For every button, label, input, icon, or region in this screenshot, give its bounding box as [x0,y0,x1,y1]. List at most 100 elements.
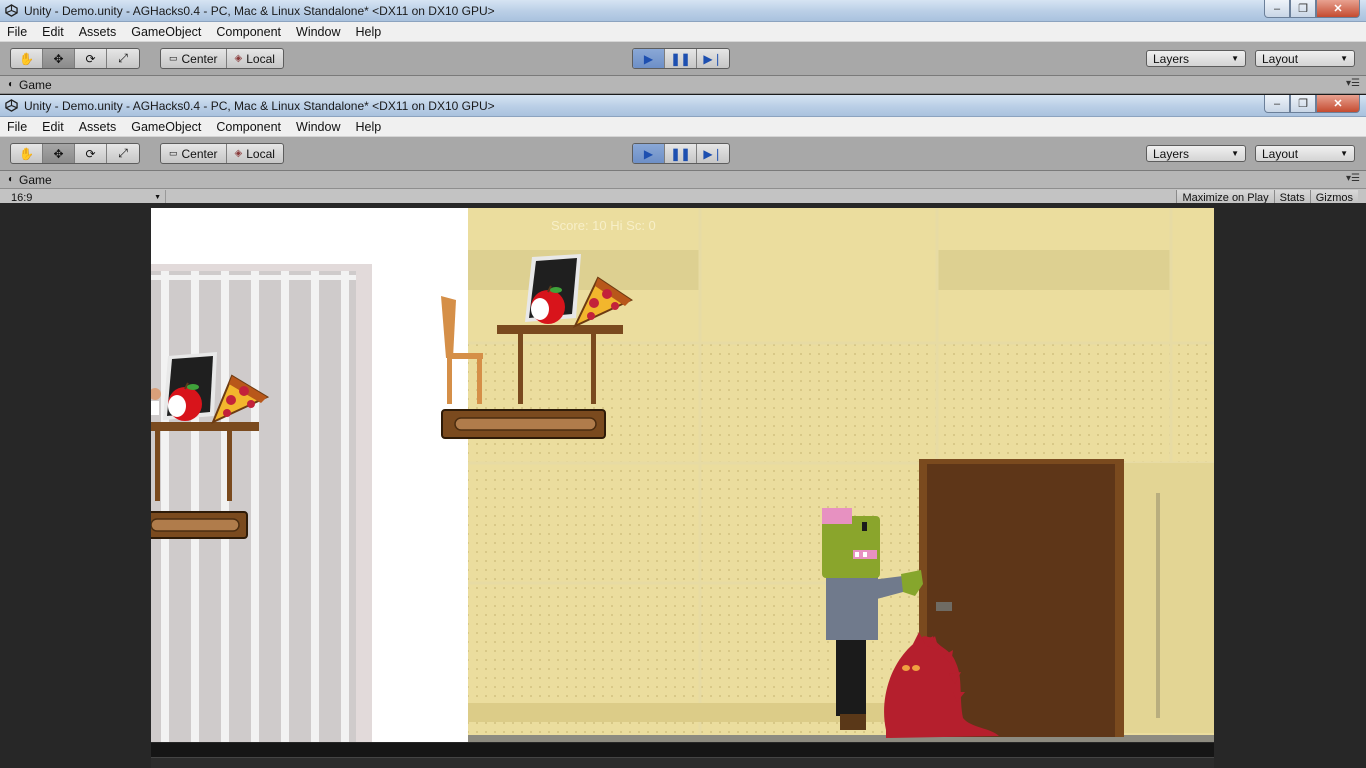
play-button[interactable]: ▶ [633,144,665,163]
pause-icon: ❚❚ [670,51,691,66]
rotate-tool-button[interactable]: ⟳ [75,144,107,163]
maximize-button[interactable]: ❐ [1290,95,1316,113]
local-icon: ◈ [234,148,243,159]
aspect-label: 16:9 [11,191,33,204]
close-button[interactable]: ✕ [1316,0,1360,18]
unity-logo-icon [4,99,18,113]
menu-bar: File Edit Assets GameObject Component Wi… [0,117,1366,137]
scale-tool-button[interactable]: ⤢ [107,144,139,163]
layers-label: Layers [1153,146,1190,161]
game-view-divider [151,743,1214,757]
menu-help[interactable]: Help [348,120,389,134]
layout-dropdown[interactable]: Layout ▼ [1255,50,1355,67]
transform-tools: ✋ ✥ ⟳ ⤢ [10,143,140,164]
play-controls: ▶ ❚❚ ▶❘ [632,143,730,164]
editor-window: Unity - Demo.unity - AGHacks0.4 - PC, Ma… [0,95,1366,207]
game-canvas[interactable]: Score: 10 Hi Sc: 0 [151,208,1214,742]
play-button[interactable]: ▶ [633,49,665,68]
hand-icon: ✋ [19,51,34,66]
menu-component[interactable]: Component [209,120,289,134]
move-tool-button[interactable]: ✥ [43,144,75,163]
center-icon: ▭ [169,148,178,158]
maximize-button[interactable]: ❐ [1290,0,1316,18]
menu-window[interactable]: Window [289,120,348,134]
move-icon: ✥ [53,146,64,161]
game-scene: Score: 10 Hi Sc: 0 [151,208,1214,742]
menu-edit[interactable]: Edit [35,120,72,134]
hand-tool-button[interactable]: ✋ [11,49,43,68]
pivot-center-button[interactable]: ▭ Center [161,144,227,163]
layers-label: Layers [1153,51,1190,66]
menu-file[interactable]: File [0,120,35,134]
layers-dropdown[interactable]: Layers ▼ [1146,50,1246,67]
step-button[interactable]: ▶❘ [697,144,729,163]
panel-menu-icon[interactable]: ▾☰ [1346,78,1360,89]
menu-window[interactable]: Window [289,25,348,39]
play-controls: ▶ ❚❚ ▶❘ [632,48,730,69]
hand-icon: ✋ [19,146,34,161]
pivot-center-label: Center [181,146,218,161]
minimize-button[interactable]: ‒ [1264,0,1290,18]
pivot-local-button[interactable]: ◈ Local [227,144,283,163]
score-text: Score: 10 Hi Sc: 0 [551,218,656,233]
rotate-icon: ⟳ [85,146,96,161]
dropdown-arrow-icon: ▼ [154,194,161,201]
title-bar: Unity - Demo.unity - AGHacks0.4 - PC, Ma… [0,0,1366,22]
dropdown-arrow-icon: ▼ [1231,149,1239,158]
step-button[interactable]: ▶❘ [697,49,729,68]
tab-game[interactable]: ◐ Game [0,78,52,92]
menu-assets[interactable]: Assets [72,25,125,39]
dropdown-arrow-icon: ▼ [1231,54,1239,63]
game-tab-bar: ◐ Game ▾☰ [0,76,1366,94]
move-icon: ✥ [53,51,64,66]
pivot-toggles: ▭ Center ◈ Local [160,143,284,164]
center-icon: ▭ [169,53,178,63]
menu-gameobject[interactable]: GameObject [124,120,209,134]
dropdown-arrow-icon: ▼ [1340,54,1348,63]
window-title: Unity - Demo.unity - AGHacks0.4 - PC, Ma… [24,3,495,18]
pivot-center-button[interactable]: ▭ Center [161,49,227,68]
panel-menu-icon[interactable]: ▾☰ [1346,173,1360,184]
move-tool-button[interactable]: ✥ [43,49,75,68]
pivot-center-label: Center [181,51,218,66]
hand-tool-button[interactable]: ✋ [11,144,43,163]
tab-game-label: Game [19,77,52,92]
layout-label: Layout [1262,51,1299,66]
tab-game[interactable]: ◐ Game [0,173,52,187]
rotate-icon: ⟳ [85,51,96,66]
scale-tool-button[interactable]: ⤢ [107,49,139,68]
game-view[interactable]: Score: 10 Hi Sc: 0 [0,203,1366,768]
step-icon: ▶❘ [703,51,723,66]
tab-game-label: Game [19,172,52,187]
pause-button[interactable]: ❚❚ [665,49,697,68]
unity-logo-icon [4,4,18,18]
pause-button[interactable]: ❚❚ [665,144,697,163]
close-button[interactable]: ✕ [1316,95,1360,113]
menu-file[interactable]: File [0,25,35,39]
local-icon: ◈ [234,53,243,64]
minimize-button[interactable]: ‒ [1264,95,1290,113]
game-view-footer [151,757,1214,768]
game-icon: ◐ [8,174,15,185]
menu-edit[interactable]: Edit [35,25,72,39]
pivot-local-button[interactable]: ◈ Local [227,49,283,68]
floating-shelf-upper [441,409,606,439]
game-tab-bar: ◐ Game ▾☰ [0,171,1366,189]
layout-dropdown[interactable]: Layout ▼ [1255,145,1355,162]
layout-label: Layout [1262,146,1299,161]
menu-help[interactable]: Help [348,25,389,39]
menu-gameobject[interactable]: GameObject [124,25,209,39]
layers-dropdown[interactable]: Layers ▼ [1146,145,1246,162]
menu-bar: File Edit Assets GameObject Component Wi… [0,22,1366,42]
rotate-tool-button[interactable]: ⟳ [75,49,107,68]
floating-shelf-left [151,511,248,539]
menu-assets[interactable]: Assets [72,120,125,134]
scale-icon: ⤢ [118,146,128,160]
pivot-local-label: Local [246,51,275,66]
dropdown-arrow-icon: ▼ [1340,149,1348,158]
main-toolbar: ✋ ✥ ⟳ ⤢ ▭ Center ◈ Local ▶ ❚❚ ▶❘ Layers ▼ L… [0,137,1366,171]
menu-component[interactable]: Component [209,25,289,39]
step-icon: ▶❘ [703,146,723,161]
pivot-local-label: Local [246,146,275,161]
window-title: Unity - Demo.unity - AGHacks0.4 - PC, Ma… [24,98,495,113]
